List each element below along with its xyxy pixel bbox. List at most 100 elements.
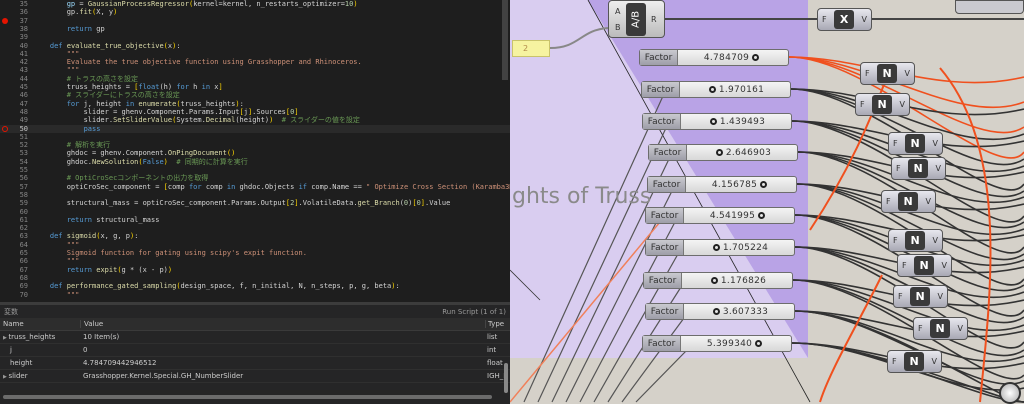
output-v[interactable]: V bbox=[926, 197, 931, 206]
number-slider[interactable]: Factor 1.439493 bbox=[642, 113, 792, 130]
output-v[interactable]: V bbox=[933, 236, 938, 245]
input-f[interactable]: F bbox=[896, 164, 901, 173]
code-line[interactable]: 58 bbox=[0, 191, 510, 199]
code-line[interactable]: 52 # 解析を実行 bbox=[0, 141, 510, 149]
line-number[interactable]: 57 bbox=[0, 183, 28, 191]
col-value[interactable]: Value bbox=[80, 320, 485, 328]
slider-knob[interactable] bbox=[712, 244, 720, 251]
input-f[interactable]: F bbox=[893, 236, 898, 245]
code-line[interactable]: 64 """ bbox=[0, 241, 510, 249]
number-slider[interactable]: Factor 1.705224 bbox=[645, 239, 795, 256]
code-line[interactable]: 35 gp = GaussianProcessRegressor(kernel=… bbox=[0, 0, 510, 8]
line-number[interactable]: 53 bbox=[0, 149, 28, 157]
line-number[interactable]: 58 bbox=[0, 191, 28, 199]
code-line[interactable]: 47 for j, height in enumerate(truss_heig… bbox=[0, 100, 510, 108]
code-line[interactable]: 65 Sigmoid function for gating using sci… bbox=[0, 249, 510, 257]
slider-knob[interactable] bbox=[758, 212, 766, 219]
input-b[interactable]: B bbox=[615, 23, 621, 32]
code-line[interactable]: 50 pass bbox=[0, 124, 510, 133]
code-line[interactable]: 63 def sigmoid(x, g, p): bbox=[0, 232, 510, 240]
line-number[interactable]: 52 bbox=[0, 141, 28, 149]
code-line[interactable]: 67 return expit(g * (x - p)) bbox=[0, 266, 510, 274]
line-number[interactable]: 46 bbox=[0, 91, 28, 99]
negative-component[interactable]: FNV bbox=[888, 132, 943, 155]
code-line[interactable]: 42 Evaluate the true objective function … bbox=[0, 58, 510, 66]
line-number[interactable]: 43 bbox=[0, 66, 28, 74]
negative-component[interactable]: FNV bbox=[913, 317, 968, 340]
line-number[interactable]: 54 bbox=[0, 158, 28, 166]
number-slider[interactable]: Factor 4.784709 bbox=[639, 49, 789, 66]
line-number[interactable]: 59 bbox=[0, 199, 28, 207]
code-line[interactable]: 60 bbox=[0, 208, 510, 216]
code-line[interactable]: 44 # トラスの高さを設定 bbox=[0, 75, 510, 83]
line-number[interactable]: 62 bbox=[0, 224, 28, 232]
line-number[interactable]: 69 bbox=[0, 282, 28, 290]
input-f[interactable]: F bbox=[822, 15, 827, 24]
breakpoint-icon[interactable] bbox=[2, 125, 8, 132]
variable-row[interactable]: ▶ truss_heights 10 Item(s) list bbox=[0, 331, 510, 344]
code-line[interactable]: 70 """ bbox=[0, 291, 510, 299]
negative-component[interactable]: FNV bbox=[887, 350, 942, 373]
code-line[interactable]: 62 bbox=[0, 224, 510, 232]
code-line[interactable]: 57 optiCroSec_component = [comp for comp… bbox=[0, 183, 510, 191]
line-number[interactable]: 68 bbox=[0, 274, 28, 282]
code-line[interactable]: 49 slider.SetSliderValue(System.Decimal(… bbox=[0, 116, 510, 124]
line-number[interactable]: 56 bbox=[0, 174, 28, 182]
slider-knob[interactable] bbox=[712, 308, 720, 315]
code-line[interactable]: 68 bbox=[0, 274, 510, 282]
negative-component[interactable]: FNV bbox=[891, 157, 946, 180]
code-line[interactable]: 53 ghdoc = ghenv.Component.OnPingDocumen… bbox=[0, 149, 510, 157]
code-line[interactable]: 59 structural_mass = optiCroSec_componen… bbox=[0, 199, 510, 207]
output-v[interactable]: V bbox=[958, 324, 963, 333]
code-line[interactable]: 51 bbox=[0, 133, 510, 141]
line-number[interactable]: 66 bbox=[0, 257, 28, 265]
slider-knob[interactable] bbox=[755, 340, 763, 347]
line-number[interactable]: 60 bbox=[0, 208, 28, 216]
output-v[interactable]: V bbox=[862, 15, 867, 24]
breakpoint-icon[interactable] bbox=[2, 17, 8, 24]
code-line[interactable]: 41 """ bbox=[0, 50, 510, 58]
code-line[interactable]: 38 return gp bbox=[0, 25, 510, 33]
code-line[interactable]: 43 """ bbox=[0, 66, 510, 74]
line-number[interactable]: 36 bbox=[0, 8, 28, 16]
slider-knob[interactable] bbox=[710, 277, 718, 284]
variable-row[interactable]: height 4.784709442946512 float bbox=[0, 357, 510, 370]
slider-knob[interactable] bbox=[752, 54, 760, 61]
code-line[interactable]: 66 """ bbox=[0, 257, 510, 265]
number-slider[interactable]: Factor 3.607333 bbox=[645, 303, 795, 320]
code-line[interactable]: 39 bbox=[0, 33, 510, 41]
output-v[interactable]: V bbox=[900, 100, 905, 109]
output-v[interactable]: V bbox=[942, 261, 947, 270]
output-v[interactable]: V bbox=[936, 164, 941, 173]
line-number[interactable]: 40 bbox=[0, 42, 28, 50]
slider-knob[interactable] bbox=[708, 86, 716, 93]
line-number[interactable]: 51 bbox=[0, 133, 28, 141]
code-editor[interactable]: 35 gp = GaussianProcessRegressor(kernel=… bbox=[0, 0, 510, 302]
grasshopper-canvas[interactable]: ghts of Truss 2 A B A/B R F X V Factor 4.… bbox=[510, 0, 1024, 404]
code-line[interactable]: 56 # OptiCroSecコンポーネントの出力を取得 bbox=[0, 174, 510, 182]
number-slider[interactable]: Factor 4.541995 bbox=[645, 207, 795, 224]
number-slider[interactable]: Factor 1.970161 bbox=[641, 81, 791, 98]
vertical-scrollbar[interactable] bbox=[504, 363, 508, 393]
value-list-component[interactable] bbox=[955, 0, 1024, 14]
line-number[interactable]: 65 bbox=[0, 249, 28, 257]
line-number[interactable]: 38 bbox=[0, 25, 28, 33]
number-slider[interactable]: Factor 5.399340 bbox=[642, 335, 792, 352]
line-number[interactable]: 47 bbox=[0, 100, 28, 108]
input-f[interactable]: F bbox=[886, 197, 891, 206]
code-line[interactable]: 37 bbox=[0, 17, 510, 25]
number-slider[interactable]: Factor 1.176826 bbox=[643, 272, 793, 289]
input-f[interactable]: F bbox=[893, 139, 898, 148]
input-f[interactable]: F bbox=[860, 100, 865, 109]
line-number[interactable]: 41 bbox=[0, 50, 28, 58]
output-v[interactable]: V bbox=[932, 357, 937, 366]
line-number[interactable]: 49 bbox=[0, 116, 28, 124]
code-line[interactable]: 69 def performance_gated_sampling(design… bbox=[0, 282, 510, 290]
code-line[interactable]: 48 slider = ghenv.Component.Params.Input… bbox=[0, 108, 510, 116]
slider-knob[interactable] bbox=[709, 118, 717, 125]
negative-component[interactable]: FNV bbox=[881, 190, 936, 213]
variable-row[interactable]: ▶ slider Grasshopper.Kernel.Special.GH_Nu… bbox=[0, 370, 510, 383]
slider-knob[interactable] bbox=[760, 181, 768, 188]
input-f[interactable]: F bbox=[898, 292, 903, 301]
negative-component[interactable]: FNV bbox=[893, 285, 948, 308]
